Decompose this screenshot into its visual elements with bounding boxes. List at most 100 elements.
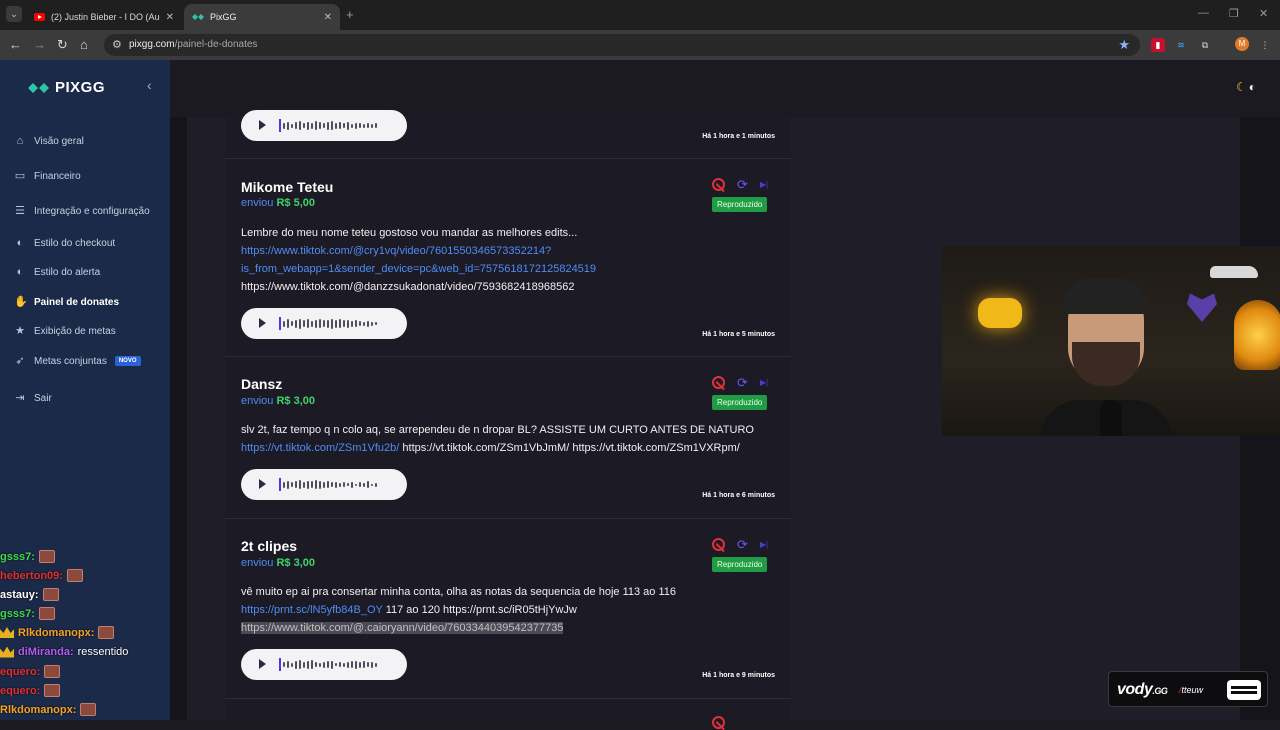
waveform-bar (283, 320, 285, 327)
playhead[interactable] (279, 478, 281, 491)
block-icon[interactable] (712, 376, 725, 389)
audio-waveform[interactable] (279, 477, 397, 492)
message-link[interactable]: https://www.tiktok.com/@cry1vq/video/760… (241, 242, 781, 260)
extension-icon[interactable]: ▮ (1151, 38, 1165, 52)
home-icon[interactable]: ⌂ (80, 37, 88, 53)
sidebar-item-estilo-alerta[interactable]: ◐ Estilo do alerta (14, 266, 100, 278)
site-info-icon[interactable]: ⚙ (112, 38, 122, 51)
new-tab-icon[interactable]: + (346, 7, 354, 22)
tab-youtube[interactable]: (2) Justin Bieber - I DO (Audio) ✕ (26, 4, 182, 30)
playhead[interactable] (279, 658, 281, 671)
donation-time: Há 1 hora e 1 minutos (702, 133, 775, 140)
waveform-bar (315, 662, 317, 667)
play-icon[interactable] (259, 120, 266, 130)
donation-card (225, 699, 791, 729)
waveform-bar (355, 320, 357, 327)
waveform-bar (331, 660, 333, 669)
play-icon[interactable] (259, 479, 266, 489)
audio-player[interactable] (241, 649, 407, 680)
extension-icon[interactable]: ≋ (1174, 38, 1188, 52)
sidebar-item-sair[interactable]: ⇥ Sair (14, 392, 51, 404)
restore-icon[interactable]: ❐ (1229, 7, 1239, 20)
tab-title: PixGG (210, 12, 237, 22)
donation-amount-line: enviou R$ 3,00 (241, 557, 315, 569)
message-link[interactable]: https://prnt.sc/lN5yfb84B_OY (241, 604, 383, 616)
bookmark-star-icon[interactable]: ★ (1118, 37, 1130, 53)
playhead[interactable] (279, 317, 281, 330)
theme-toggle[interactable]: ☾ ◐ (1236, 80, 1256, 94)
message-text: slv 2t, faz tempo q n colo aq, se arrepe… (241, 424, 754, 436)
minimize-icon[interactable]: — (1198, 7, 1209, 19)
waveform-bar (319, 662, 321, 667)
skip-icon[interactable]: ▶| (760, 538, 768, 551)
audio-player[interactable] (241, 308, 407, 339)
sidebar-item-estilo-checkout[interactable]: ◐ Estilo do checkout (14, 237, 116, 249)
audio-waveform[interactable] (279, 118, 397, 133)
address-bar[interactable]: ⚙ pixgg.com/painel-de-donates ★ (104, 34, 1140, 56)
close-icon[interactable]: ✕ (324, 12, 332, 23)
extensions-puzzle-icon[interactable]: ⧉ (1198, 38, 1212, 52)
close-icon[interactable]: ✕ (166, 12, 174, 23)
chat-message: gsss7: (0, 607, 55, 620)
browser-menu-icon[interactable]: ⋮ (1258, 38, 1272, 52)
profile-avatar[interactable]: M (1235, 37, 1249, 51)
chat-username: gsss7: (0, 550, 35, 563)
waveform-bar (327, 661, 329, 668)
waveform-bar (311, 481, 313, 488)
donation-card: Mikome Teteu enviou R$ 5,00 ⟳ ▶| Reprodu… (225, 159, 791, 357)
waveform-bar (335, 122, 337, 129)
sidebar-item-metas-conjuntas[interactable]: ➶ Metas conjuntas NOVO (14, 355, 141, 367)
waveform-bar (327, 121, 329, 130)
collapse-sidebar-icon[interactable]: ‹ (147, 77, 152, 93)
waveform-bar (311, 660, 313, 669)
waveform-bar (291, 662, 293, 667)
block-icon[interactable] (712, 538, 725, 551)
url-text[interactable]: pixgg.com/painel-de-donates (129, 39, 257, 50)
selected-link-text[interactable]: https://www.tiktok.com/@.caioryann/video… (241, 622, 564, 634)
audio-player[interactable] (241, 110, 407, 141)
replay-icon[interactable]: ⟳ (737, 376, 748, 389)
donation-amount: R$ 3,00 (276, 557, 316, 569)
replay-icon[interactable]: ⟳ (737, 538, 748, 551)
audio-player[interactable] (241, 469, 407, 500)
donation-amount-line: enviou R$ 3,00 (241, 395, 315, 407)
sidebar-item-financeiro[interactable]: ▭ Financeiro (14, 170, 81, 182)
window-close-icon[interactable]: ✕ (1259, 7, 1268, 20)
pixgg-logo[interactable]: PIXGG (28, 79, 105, 96)
microphone (1100, 400, 1122, 436)
play-icon[interactable] (259, 659, 266, 669)
audio-waveform[interactable] (279, 657, 397, 672)
play-icon[interactable] (259, 318, 266, 328)
reload-icon[interactable]: ↻ (57, 37, 68, 53)
chat-username: equero: (0, 684, 41, 697)
sidebar-item-painel-donates[interactable]: ✋ Painel de donates (14, 296, 119, 308)
chat-username: gsss7: (0, 607, 35, 620)
waveform-bar (323, 661, 325, 668)
waveform-bar (335, 481, 337, 488)
message-link[interactable]: is_from_webapp=1&sender_device=pc&web_id… (241, 260, 781, 278)
playhead[interactable] (279, 119, 281, 132)
chat-username: astauy: (0, 588, 39, 601)
tab-pixgg[interactable]: PixGG ✕ (184, 4, 340, 30)
waveform-bar (359, 482, 361, 487)
brand-name: PIXGG (55, 79, 106, 96)
block-icon[interactable] (712, 178, 725, 191)
waveform-bar (347, 121, 349, 130)
waveform-bar (359, 123, 361, 128)
sidebar-item-exibicao-metas[interactable]: ★ Exibição de metas (14, 325, 116, 337)
back-icon[interactable]: ← (9, 37, 22, 53)
heart-decor (1187, 293, 1217, 322)
replay-icon[interactable]: ⟳ (737, 178, 748, 191)
skip-icon[interactable]: ▶| (760, 178, 768, 191)
skip-icon[interactable]: ▶| (760, 376, 768, 389)
sidebar-item-visao-geral[interactable]: ⌂ Visão geral (14, 135, 84, 147)
audio-waveform[interactable] (279, 316, 397, 331)
sidebar-item-integracao[interactable]: ☰ Integração e configuração (14, 205, 150, 217)
tab-search-button[interactable]: ⌄ (6, 6, 22, 22)
message-link[interactable]: https://vt.tiktok.com/ZSm1Vfu2b/ (241, 442, 399, 454)
forward-icon[interactable]: → (33, 37, 46, 53)
chat-emote-icon (38, 550, 55, 563)
chat-emote-icon (44, 684, 61, 697)
waveform-bar (319, 480, 321, 489)
block-icon[interactable] (712, 716, 725, 729)
